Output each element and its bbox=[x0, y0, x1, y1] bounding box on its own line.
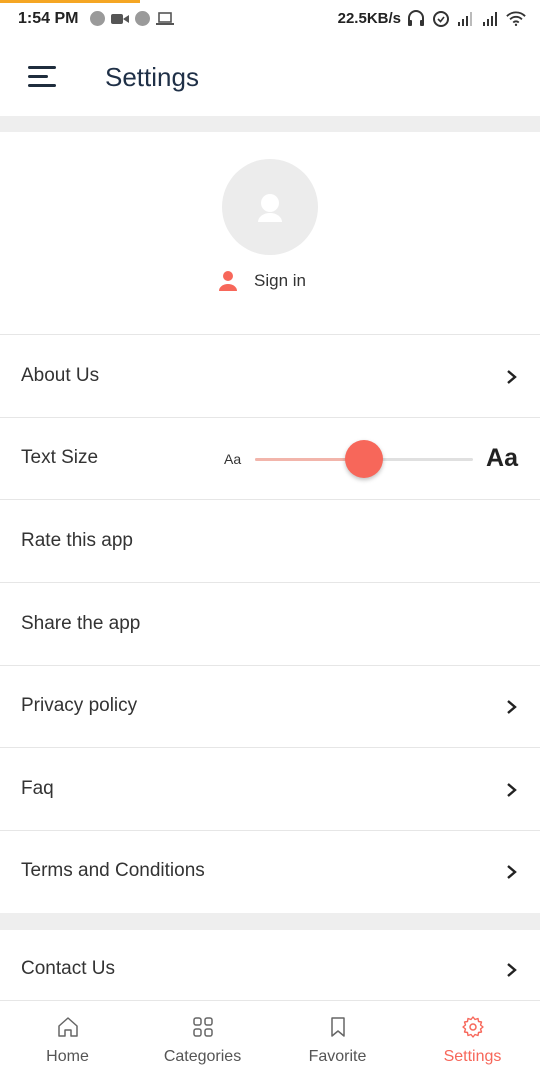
bookmark-icon bbox=[330, 1017, 345, 1037]
nav-categories-label: Categories bbox=[163, 1048, 242, 1065]
bottom-navigation: Home Categories Favorite Settings bbox=[0, 1000, 540, 1080]
nav-settings[interactable]: Settings bbox=[405, 1001, 540, 1080]
menu-item-text-size: Text Size Aa Aa bbox=[0, 418, 540, 500]
section-divider bbox=[0, 116, 540, 132]
chevron-right-icon bbox=[507, 700, 517, 714]
menu-item-about-us[interactable]: About Us bbox=[0, 336, 540, 418]
nav-home-label: Home bbox=[46, 1048, 89, 1065]
terms-label: Terms and Conditions bbox=[21, 860, 205, 881]
status-time: 1:54 PM bbox=[18, 10, 79, 27]
menu-item-terms[interactable]: Terms and Conditions bbox=[0, 831, 540, 913]
faq-label: Faq bbox=[21, 778, 54, 799]
page-title: Settings bbox=[105, 62, 199, 92]
status-progress-indicator bbox=[0, 0, 140, 3]
nav-home[interactable]: Home bbox=[0, 1001, 135, 1080]
nav-favorite[interactable]: Favorite bbox=[270, 1001, 405, 1080]
menu-item-faq[interactable]: Faq bbox=[0, 749, 540, 831]
text-size-large-label: Aa bbox=[486, 444, 518, 472]
gear-icon bbox=[461, 1016, 484, 1038]
text-size-small-label: Aa bbox=[224, 451, 242, 467]
app-bar: Settings bbox=[0, 38, 540, 116]
contact-us-label: Contact Us bbox=[21, 958, 115, 979]
nav-categories[interactable]: Categories bbox=[135, 1001, 270, 1080]
alarm-icon bbox=[433, 11, 449, 27]
laptop-icon bbox=[156, 11, 174, 25]
status-left-icons bbox=[90, 11, 174, 26]
share-app-label: Share the app bbox=[21, 613, 141, 634]
notification-dot-icon bbox=[135, 11, 150, 26]
nav-settings-label: Settings bbox=[443, 1048, 502, 1065]
wifi-icon bbox=[506, 11, 526, 26]
menu-item-rate-app[interactable]: Rate this app bbox=[0, 501, 540, 583]
slider-thumb[interactable] bbox=[345, 440, 383, 478]
menu-item-contact-us[interactable]: Contact Us bbox=[0, 930, 540, 1000]
menu-item-share-app[interactable]: Share the app bbox=[0, 584, 540, 666]
status-right-icons: 22.5KB/s bbox=[338, 9, 526, 27]
rate-app-label: Rate this app bbox=[21, 530, 133, 551]
chevron-right-icon bbox=[507, 865, 517, 879]
text-size-slider[interactable] bbox=[255, 440, 473, 478]
chevron-right-icon bbox=[507, 370, 517, 384]
user-icon bbox=[219, 271, 237, 291]
privacy-policy-label: Privacy policy bbox=[21, 695, 138, 716]
chevron-right-icon bbox=[507, 783, 517, 797]
notification-dot-icon bbox=[90, 11, 105, 26]
text-size-label: Text Size bbox=[21, 447, 99, 468]
section-divider bbox=[0, 913, 540, 930]
profile-section: Sign in bbox=[0, 132, 540, 335]
menu-item-privacy-policy[interactable]: Privacy policy bbox=[0, 666, 540, 748]
grid-icon bbox=[192, 1017, 213, 1037]
chevron-right-icon bbox=[507, 963, 517, 977]
signal-icon bbox=[483, 12, 497, 26]
user-avatar-icon[interactable] bbox=[222, 159, 318, 255]
about-us-label: About Us bbox=[21, 365, 100, 386]
hamburger-menu-icon[interactable] bbox=[28, 66, 56, 88]
sign-in-button[interactable]: Sign in bbox=[218, 270, 306, 292]
headphones-icon bbox=[408, 10, 424, 26]
signal-icon bbox=[458, 12, 472, 26]
video-camera-icon bbox=[111, 13, 129, 24]
status-bar: 1:54 PM 22.5KB/s bbox=[0, 0, 540, 38]
network-speed: 22.5KB/s bbox=[337, 9, 401, 27]
nav-favorite-label: Favorite bbox=[308, 1048, 367, 1065]
sign-in-label: Sign in bbox=[254, 271, 306, 290]
home-icon bbox=[57, 1017, 78, 1037]
